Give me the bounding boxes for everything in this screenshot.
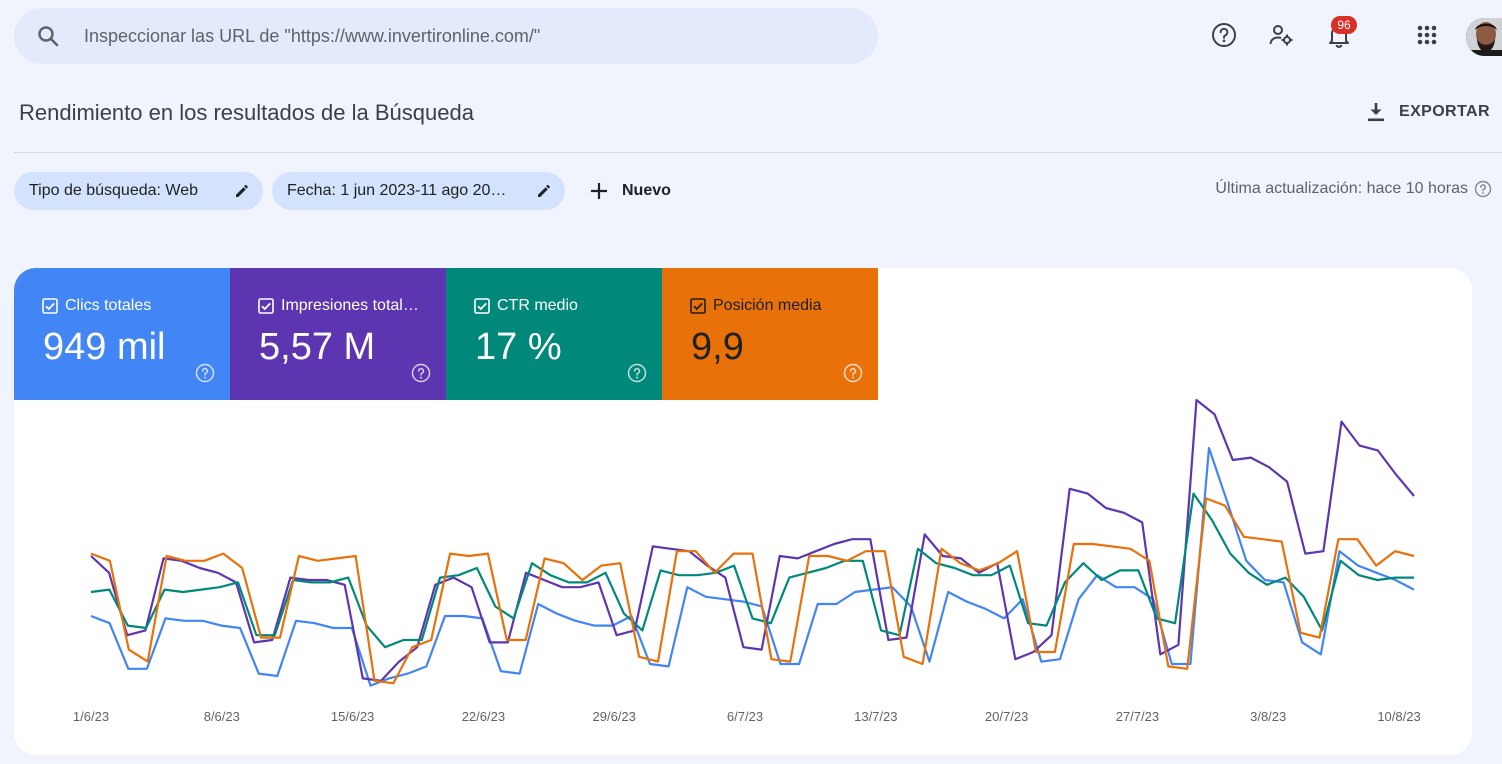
x-tick-label: 8/6/23 (204, 709, 240, 724)
last-update-label: Última actualización: hace 10 horas (1215, 180, 1468, 197)
x-tick-label: 29/6/23 (593, 709, 636, 724)
x-tick-label: 20/7/23 (985, 709, 1028, 724)
search-type-filter-label: Tipo de búsqueda: Web (29, 182, 199, 199)
series-line-clics-totales (90, 446, 1415, 687)
url-inspection-search[interactable] (14, 8, 878, 64)
help-icon[interactable] (1211, 22, 1237, 48)
x-tick-label: 1/6/23 (73, 709, 109, 724)
url-inspection-input[interactable] (82, 24, 846, 48)
avatar[interactable] (1466, 18, 1502, 56)
last-update: Última actualización: hace 10 horas (1215, 180, 1492, 198)
manage-users-icon[interactable] (1268, 22, 1294, 48)
new-filter-label: Nuevo (622, 182, 671, 199)
help-icon[interactable] (1474, 180, 1492, 198)
x-tick-label: 13/7/23 (854, 709, 897, 724)
new-filter-button[interactable]: Nuevo (586, 176, 671, 206)
x-tick-label: 15/6/23 (331, 709, 374, 724)
download-icon (1368, 103, 1384, 122)
x-tick-label: 3/8/23 (1250, 709, 1286, 724)
performance-line-chart: 1/6/23 8/6/23 15/6/23 22/6/23 29/6/23 6/7/23 1… (73, 398, 1421, 724)
search-icon[interactable] (36, 24, 60, 48)
date-filter-label: Fecha: 1 jun 2023-11 ago 20… (287, 182, 507, 199)
x-tick-label: 10/8/23 (1377, 709, 1420, 724)
apps-grid-icon[interactable] (1414, 22, 1440, 48)
performance-card: Clics totales 949 mil Impresiones total…… (14, 268, 1472, 755)
series-line-ctr-medio (90, 492, 1414, 649)
export-label: EXPORTAR (1399, 103, 1490, 120)
notification-badge: 96 (1331, 16, 1357, 34)
search-type-filter-chip[interactable]: Tipo de búsqueda: Web (14, 172, 263, 210)
x-tick-label: 27/7/23 (1116, 709, 1159, 724)
export-button[interactable]: EXPORTAR (1364, 100, 1490, 124)
page-title: Rendimiento en los resultados de la Búsq… (19, 100, 474, 125)
date-filter-chip[interactable]: Fecha: 1 jun 2023-11 ago 20… (272, 172, 565, 210)
divider (14, 152, 1502, 153)
x-tick-label: 6/7/23 (727, 709, 763, 724)
edit-icon[interactable] (535, 182, 553, 200)
edit-icon[interactable] (233, 182, 251, 200)
x-tick-label: 22/6/23 (462, 709, 505, 724)
plus-icon (591, 183, 607, 199)
